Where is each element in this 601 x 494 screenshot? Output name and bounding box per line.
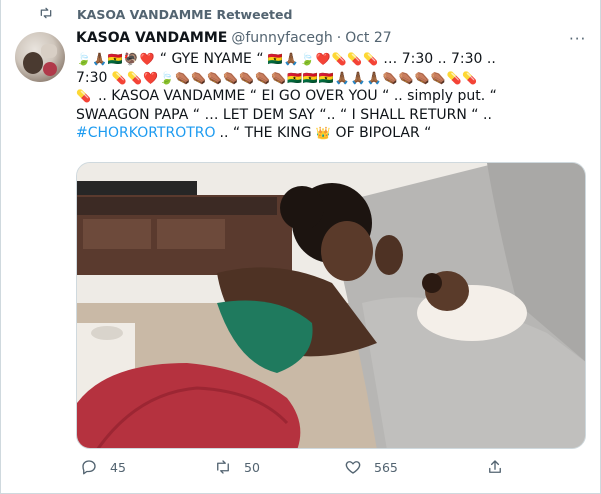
heart-icon — [345, 461, 361, 474]
tweet-line-5: #CHORKORTROTRO .. “ THE KING 👑 OF BIPOLA… — [76, 124, 581, 143]
tweet-date[interactable]: Oct 27 — [345, 30, 391, 46]
emoji-group-1b: 🇬🇭🙏🏾🍃❤️💊💊💊 — [268, 50, 380, 69]
tweet-line-1: 🍃🙏🏾🇬🇭🦃❤️ “ GYE NYAME “ 🇬🇭🙏🏾🍃❤️💊💊💊 … 7:30… — [76, 50, 581, 69]
emoji: 💊 — [347, 52, 363, 66]
photo-illustration — [77, 163, 585, 448]
emoji: ⚰️ — [239, 70, 255, 85]
emoji: 🙏🏾 — [366, 70, 382, 85]
hashtag-link[interactable]: #CHORKORTROTRO — [76, 124, 216, 143]
retweet-icon — [40, 7, 52, 19]
tweet-actions: 45 50 565 — [76, 458, 581, 480]
tweet-header: KASOA VANDAMME @funnyfacegh · Oct 27 — [76, 30, 392, 46]
emoji-group-2: 💊💊❤️🍃⚰️⚰️⚰️⚰️⚰️⚰️⚰️🇬🇭🇬🇭🇬🇭🙏🏾🙏🏾🙏🏾⚰️⚰️⚰️⚰️💊… — [111, 69, 478, 88]
emoji: ⚰️ — [255, 70, 270, 85]
retweet-context[interactable]: KASOA VANDAMME Retweeted — [57, 6, 292, 22]
text-segment: 7:30 — [76, 69, 108, 86]
emoji: ⚰️ — [382, 70, 398, 85]
emoji: ❤️ — [315, 52, 331, 66]
emoji: ⚰️ — [398, 70, 414, 85]
emoji: 💊 — [363, 52, 379, 66]
retweet-button[interactable]: 50 — [214, 458, 260, 476]
emoji: 🍃 — [299, 52, 315, 66]
emoji: ⚰️ — [191, 70, 207, 85]
emoji: 🍃 — [76, 52, 91, 66]
emoji-group-1a: 🍃🙏🏾🇬🇭🦃❤️ — [76, 50, 156, 69]
retweet-context-text[interactable]: KASOA VANDAMME Retweeted — [77, 7, 292, 22]
tweet-line-3: 💊 .. KASOA VANDAMME “ EI GO OVER YOU “ .… — [76, 87, 581, 106]
text-segment: OF BIPOLAR “ — [335, 125, 432, 141]
emoji: 💊 — [76, 89, 91, 103]
emoji: 💊 — [331, 52, 347, 66]
emoji-group-3: 💊 — [76, 87, 92, 106]
emoji: 🇬🇭 — [267, 52, 283, 66]
emoji: 🍃 — [159, 70, 175, 85]
emoji: ⚰️ — [430, 70, 446, 85]
emoji: 🇬🇭 — [302, 70, 318, 85]
emoji: ⚰️ — [270, 70, 286, 85]
emoji: ⚰️ — [175, 70, 191, 85]
emoji: 🇬🇭 — [107, 52, 123, 66]
emoji: 🙏🏾 — [334, 70, 350, 85]
avatar[interactable] — [15, 32, 65, 82]
crown-emoji: 👑 — [315, 126, 331, 140]
emoji: 🦃 — [123, 52, 139, 66]
emoji: 🙏🏾 — [91, 52, 107, 66]
emoji: 🙏🏾 — [350, 70, 366, 85]
tweet-line-4: SWAAGON PAPA “ … LET DEM SAY “.. “ I SHA… — [76, 106, 581, 125]
retweet-action-icon — [217, 460, 229, 474]
emoji: 💊 — [111, 70, 127, 85]
emoji: ❤️ — [139, 52, 155, 66]
reply-icon — [82, 460, 96, 475]
emoji: 💊 — [462, 70, 478, 85]
text-segment: .. “ THE KING — [219, 125, 312, 141]
emoji: ❤️ — [143, 70, 159, 85]
emoji: ⚰️ — [223, 70, 239, 85]
text-segment: .. KASOA VANDAMME “ EI GO OVER YOU “ .. … — [97, 88, 497, 104]
emoji: 🙏🏾 — [283, 52, 299, 66]
emoji: 🇬🇭 — [286, 70, 302, 85]
text-segment: … 7:30 .. 7:30 .. — [383, 51, 496, 67]
author-name[interactable]: KASOA VANDAMME — [76, 30, 227, 46]
retweet-count: 50 — [244, 459, 260, 475]
emoji: 💊 — [446, 70, 462, 85]
reply-count: 45 — [110, 459, 126, 475]
share-button[interactable] — [486, 458, 516, 476]
emoji: 💊 — [127, 70, 143, 85]
emoji: ⚰️ — [207, 70, 223, 85]
like-button[interactable]: 565 — [344, 458, 398, 476]
tweet-line-2: 7:30 💊💊❤️🍃⚰️⚰️⚰️⚰️⚰️⚰️⚰️🇬🇭🇬🇭🇬🇭🙏🏾🙏🏾🙏🏾⚰️⚰️… — [76, 69, 581, 88]
like-count: 565 — [374, 459, 398, 475]
emoji: 🇬🇭 — [318, 70, 334, 85]
tweet-media-photo[interactable] — [76, 162, 586, 449]
tweet-card[interactable]: KASOA VANDAMME Retweeted KASOA VANDAMME … — [0, 0, 601, 494]
text-segment: SWAAGON PAPA “ … LET DEM SAY “.. “ I SHA… — [76, 106, 492, 123]
separator-dot: · — [336, 30, 342, 46]
tweet-text: 🍃🙏🏾🇬🇭🦃❤️ “ GYE NYAME “ 🇬🇭🙏🏾🍃❤️💊💊💊 … 7:30… — [76, 50, 581, 143]
author-handle[interactable]: @funnyfacegh — [231, 30, 332, 46]
more-options-icon[interactable]: ··· — [569, 30, 586, 48]
emoji: ⚰️ — [414, 70, 430, 85]
reply-button[interactable]: 45 — [80, 458, 126, 476]
text-segment: “ GYE NYAME “ — [159, 51, 264, 67]
share-icon — [489, 460, 501, 473]
